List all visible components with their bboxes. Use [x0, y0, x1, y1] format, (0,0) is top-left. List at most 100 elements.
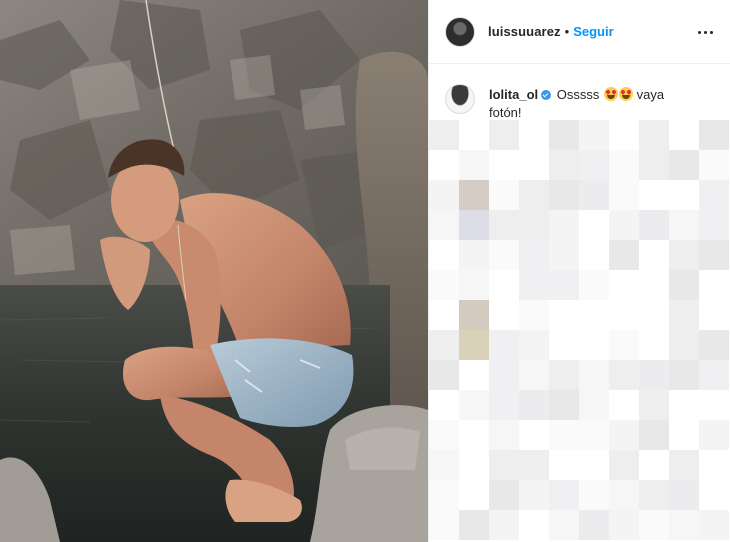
commenter-username[interactable]: lolita_ol	[489, 87, 538, 102]
mosaic-tile	[519, 150, 549, 180]
mosaic-tile	[639, 330, 669, 360]
mosaic-tile	[579, 480, 609, 510]
mosaic-tile	[429, 240, 459, 270]
mosaic-tile	[459, 390, 489, 420]
mosaic-tile	[699, 240, 729, 270]
heart-eyes-emoji-icon	[604, 87, 618, 101]
mosaic-tile	[489, 330, 519, 360]
mosaic-tile	[489, 450, 519, 480]
mosaic-tile	[699, 150, 729, 180]
mosaic-tile	[489, 210, 519, 240]
mosaic-tile	[669, 480, 699, 510]
mosaic-tile	[639, 300, 669, 330]
mosaic-tile	[489, 120, 519, 150]
mosaic-tile	[699, 420, 729, 450]
mosaic-tile	[669, 450, 699, 480]
mosaic-tile	[669, 300, 699, 330]
author-username[interactable]: luissuuarez	[488, 24, 561, 39]
mosaic-tile	[549, 510, 579, 540]
mosaic-tile	[579, 210, 609, 240]
mosaic-tile	[579, 450, 609, 480]
mosaic-tile	[639, 240, 669, 270]
mosaic-tile	[459, 360, 489, 390]
mosaic-tile	[549, 480, 579, 510]
author-avatar[interactable]	[445, 16, 475, 47]
mosaic-tile	[609, 270, 639, 300]
mosaic-tile	[669, 360, 699, 390]
mosaic-tile	[519, 300, 549, 330]
mosaic-tile	[699, 390, 729, 420]
mosaic-tile	[519, 120, 549, 150]
mosaic-tile	[429, 150, 459, 180]
follow-button[interactable]: Seguir	[573, 24, 613, 39]
mosaic-tile	[549, 120, 579, 150]
more-options-icon[interactable]	[698, 24, 716, 40]
mosaic-tile	[459, 450, 489, 480]
mosaic-tile	[489, 480, 519, 510]
mosaic-tile	[429, 390, 459, 420]
mosaic-tile	[549, 450, 579, 480]
mosaic-tile	[669, 420, 699, 450]
mosaic-tile	[519, 240, 549, 270]
mosaic-tile	[669, 240, 699, 270]
mosaic-tile	[519, 480, 549, 510]
mosaic-tile	[459, 180, 489, 210]
mosaic-tile	[459, 420, 489, 450]
mosaic-tile	[489, 240, 519, 270]
post-photo[interactable]	[0, 0, 428, 542]
mosaic-tile	[459, 150, 489, 180]
mosaic-tile	[669, 330, 699, 360]
mosaic-tile	[519, 270, 549, 300]
post-sidebar: luissuuarez • Seguir lolita_ol Osssss va…	[428, 0, 730, 542]
mosaic-tile	[579, 150, 609, 180]
mosaic-tile	[549, 330, 579, 360]
redacted-comments	[429, 120, 730, 542]
mosaic-tile	[579, 390, 609, 420]
mosaic-tile	[699, 360, 729, 390]
commenter-avatar[interactable]	[445, 84, 475, 114]
mosaic-tile	[549, 210, 579, 240]
mosaic-tile	[579, 240, 609, 270]
mosaic-tile	[699, 210, 729, 240]
mosaic-tile	[459, 510, 489, 540]
mosaic-tile	[579, 300, 609, 330]
mosaic-tile	[459, 300, 489, 330]
mosaic-tile	[519, 450, 549, 480]
mosaic-tile	[489, 180, 519, 210]
mosaic-tile	[519, 510, 549, 540]
separator-dot: •	[564, 24, 570, 39]
mosaic-tile	[549, 240, 579, 270]
mosaic-tile	[489, 300, 519, 330]
mosaic-tile	[699, 120, 729, 150]
mosaic-tile	[489, 360, 519, 390]
mosaic-tile	[669, 150, 699, 180]
mosaic-tile	[609, 450, 639, 480]
mosaic-tile	[429, 210, 459, 240]
mosaic-tile	[639, 120, 669, 150]
mosaic-tile	[429, 450, 459, 480]
post-header: luissuuarez • Seguir	[429, 0, 730, 64]
comment-text-start: Osssss	[556, 87, 600, 102]
mosaic-tile	[669, 510, 699, 540]
mosaic-tile	[429, 180, 459, 210]
mosaic-tile	[639, 180, 669, 210]
mosaic-tile	[609, 390, 639, 420]
mosaic-tile	[459, 330, 489, 360]
mosaic-tile	[489, 150, 519, 180]
mosaic-tile	[459, 120, 489, 150]
mosaic-tile	[669, 120, 699, 150]
mosaic-tile	[639, 450, 669, 480]
post-image	[0, 0, 428, 542]
mosaic-tile	[669, 210, 699, 240]
mosaic-tile	[549, 150, 579, 180]
mosaic-tile	[639, 270, 669, 300]
mosaic-tile	[549, 180, 579, 210]
mosaic-tile	[579, 420, 609, 450]
mosaic-tile	[609, 240, 639, 270]
mosaic-tile	[459, 210, 489, 240]
mosaic-tile	[699, 510, 729, 540]
mosaic-tile	[609, 510, 639, 540]
mosaic-tile	[459, 480, 489, 510]
mosaic-tile	[639, 150, 669, 180]
mosaic-tile	[579, 270, 609, 300]
